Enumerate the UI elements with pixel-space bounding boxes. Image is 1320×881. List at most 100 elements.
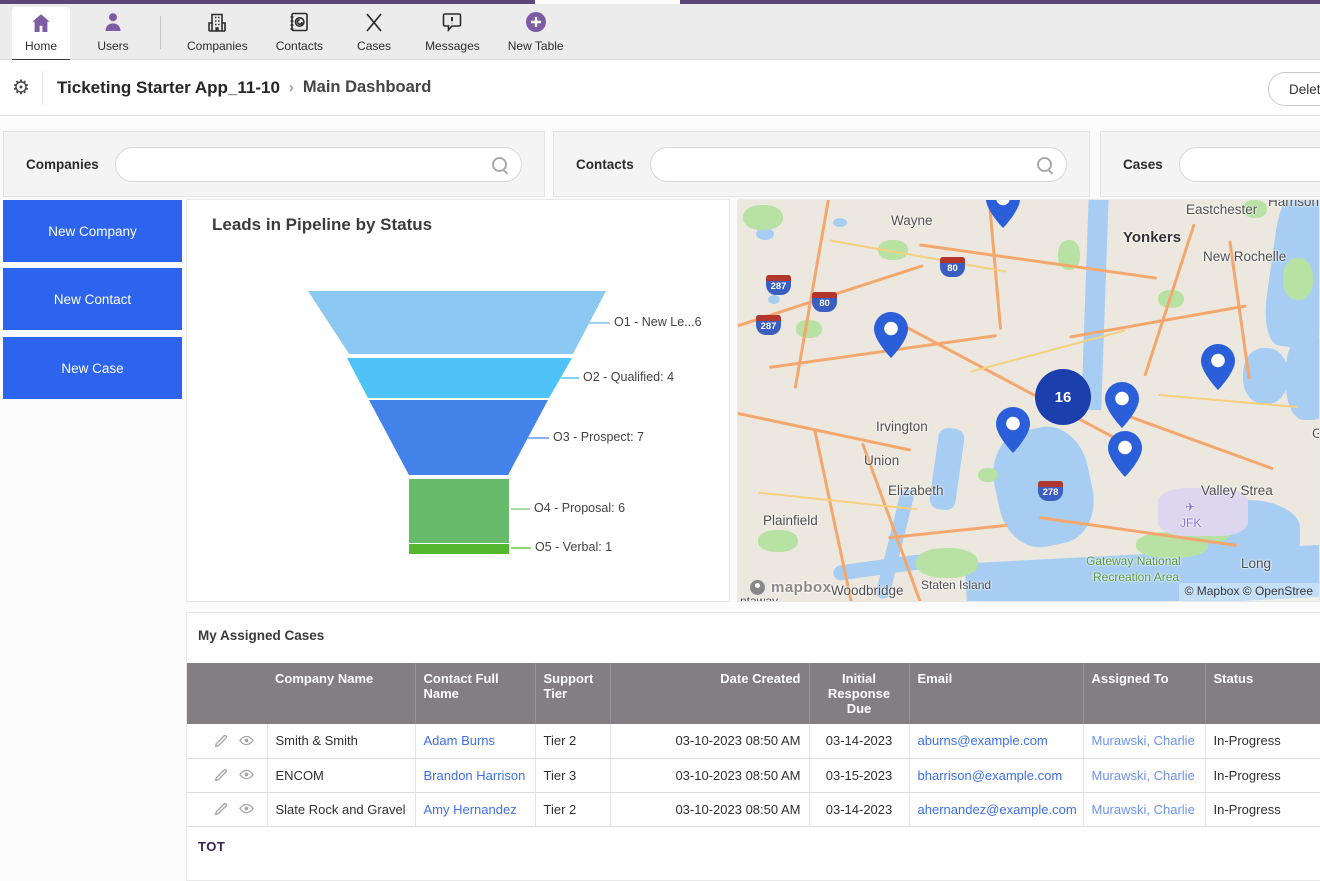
cases-search-input[interactable]: [1180, 148, 1320, 181]
tab-label: Users: [97, 39, 128, 53]
new-company-button[interactable]: New Company: [3, 200, 182, 262]
cell-due: 03-15-2023: [809, 758, 909, 792]
tab-companies[interactable]: Companies: [177, 4, 258, 59]
cell-due: 03-14-2023: [809, 792, 909, 826]
user-icon: [100, 9, 126, 35]
view-record-icon[interactable]: [238, 733, 255, 749]
map-pin[interactable]: [1201, 344, 1235, 390]
tab-home[interactable]: Home: [12, 7, 70, 59]
cell-created: 03-10-2023 08:50 AM: [610, 724, 809, 758]
map-label: Woodbridge: [831, 583, 904, 598]
col-company[interactable]: Company Name: [267, 663, 415, 724]
tab-cases[interactable]: Cases: [345, 4, 403, 59]
funnel-segment[interactable]: [369, 400, 548, 475]
cell-email: ahernandez@example.com: [909, 792, 1083, 826]
edit-record-icon[interactable]: [213, 733, 229, 749]
assigned-link[interactable]: Murawski, Charlie: [1092, 802, 1195, 817]
col-contact[interactable]: Contact Full Name: [415, 663, 535, 724]
tab-messages[interactable]: Messages: [415, 4, 490, 59]
contact-link[interactable]: Amy Hernandez: [424, 802, 517, 817]
interstate-shield-icon: 287: [756, 315, 781, 335]
tab-contacts[interactable]: Contacts: [266, 4, 333, 59]
funnel-leader-line: [561, 377, 579, 379]
map-label: Elizabeth: [888, 483, 944, 498]
cell-status: In-Progress: [1205, 792, 1320, 826]
tab-users[interactable]: Users: [84, 4, 142, 59]
email-link[interactable]: ahernandez@example.com: [918, 802, 1077, 817]
contacts-search-input[interactable]: [651, 148, 1066, 181]
cell-assigned: Murawski, Charlie: [1083, 758, 1205, 792]
funnel-stage-label: O5 - Verbal: 1: [535, 540, 612, 554]
cell-company: Slate Rock and Gravel: [267, 792, 415, 826]
new-contact-button[interactable]: New Contact: [3, 268, 182, 330]
email-link[interactable]: aburns@example.com: [918, 733, 1048, 748]
funnel-stage-label: O4 - Proposal: 6: [534, 501, 625, 515]
page-title: Main Dashboard: [303, 78, 431, 97]
funnel-leader-line: [511, 547, 531, 549]
home-icon: [28, 11, 54, 35]
map-label: Recreation Area: [1093, 570, 1179, 584]
companies-search-input[interactable]: [116, 148, 521, 181]
toolbar-divider: [160, 16, 161, 49]
col-email[interactable]: Email: [909, 663, 1083, 724]
contact-link[interactable]: Adam Burns: [424, 733, 496, 748]
edit-record-icon[interactable]: [213, 801, 229, 817]
map-label: Eastchester: [1186, 202, 1257, 217]
email-link[interactable]: bharrison@example.com: [918, 768, 1063, 783]
interstate-shield-icon: 287: [766, 275, 791, 295]
col-tier[interactable]: Support Tier: [535, 663, 610, 724]
map-attribution[interactable]: © Mapbox © OpenStree: [1179, 583, 1319, 601]
cell-contact: Amy Hernandez: [415, 792, 535, 826]
map-label: Plainfield: [763, 513, 818, 528]
delete-button[interactable]: Delete: [1268, 72, 1320, 106]
interstate-shield-icon: 80: [812, 292, 837, 312]
funnel-segment[interactable]: [409, 479, 509, 543]
funnel-segment[interactable]: [409, 544, 509, 554]
table-row: Smith & SmithAdam BurnsTier 203-10-2023 …: [187, 724, 1320, 758]
app-title[interactable]: Ticketing Starter App_11-10: [57, 78, 280, 98]
col-created[interactable]: Date Created: [610, 663, 809, 724]
map-label: Staten Island: [921, 578, 991, 592]
view-record-icon[interactable]: [238, 767, 255, 783]
assigned-link[interactable]: Murawski, Charlie: [1092, 733, 1195, 748]
col-status[interactable]: Status: [1205, 663, 1320, 724]
map-pin[interactable]: [874, 312, 908, 358]
map-pin[interactable]: [1105, 382, 1139, 428]
mapbox-logo[interactable]: mapbox: [748, 578, 832, 597]
x-icon: [361, 9, 387, 35]
breadcrumb-bar: ⚙ Ticketing Starter App_11-10 › Main Das…: [0, 60, 1320, 116]
map-label: Harrison: [1268, 199, 1319, 209]
edit-record-icon[interactable]: [213, 767, 229, 783]
assigned-cases-title: My Assigned Cases: [198, 628, 324, 643]
new-case-button[interactable]: New Case: [3, 337, 182, 399]
map-pin[interactable]: [986, 199, 1020, 228]
cases-search-pill: [1179, 147, 1320, 182]
chevron-right-icon: ›: [289, 79, 294, 96]
cell-company: Smith & Smith: [267, 724, 415, 758]
tab-label: Contacts: [276, 39, 323, 53]
col-actions: [187, 663, 267, 724]
col-assigned[interactable]: Assigned To: [1083, 663, 1205, 724]
plus-circle-icon: [523, 9, 549, 35]
map-pin[interactable]: [1108, 431, 1142, 477]
map-cluster-marker[interactable]: 16: [1035, 369, 1091, 425]
cell-company: ENCOM: [267, 758, 415, 792]
map-card[interactable]: WayneYonkersEastchesterNew RochelleHarri…: [737, 199, 1320, 602]
tab-label: New Table: [508, 39, 564, 53]
tab-label: Cases: [357, 39, 391, 53]
assigned-link[interactable]: Murawski, Charlie: [1092, 768, 1195, 783]
contact-link[interactable]: Brandon Harrison: [424, 768, 526, 783]
assigned-cases-table: Company Name Contact Full Name Support T…: [187, 663, 1320, 827]
gear-icon[interactable]: ⚙: [12, 78, 30, 98]
map-pin[interactable]: [996, 407, 1030, 453]
map-label: Valley Strea: [1201, 483, 1273, 498]
interstate-shield-icon: 278: [1038, 481, 1063, 501]
cell-created: 03-10-2023 08:50 AM: [610, 758, 809, 792]
view-record-icon[interactable]: [238, 801, 255, 817]
tab-new-table[interactable]: New Table: [498, 4, 574, 59]
companies-search-panel: Companies: [3, 131, 545, 197]
funnel-segment[interactable]: [347, 358, 572, 398]
col-due[interactable]: Initial Response Due: [809, 663, 909, 724]
map-label: Yonkers: [1123, 229, 1181, 246]
funnel-segment[interactable]: [308, 291, 606, 354]
